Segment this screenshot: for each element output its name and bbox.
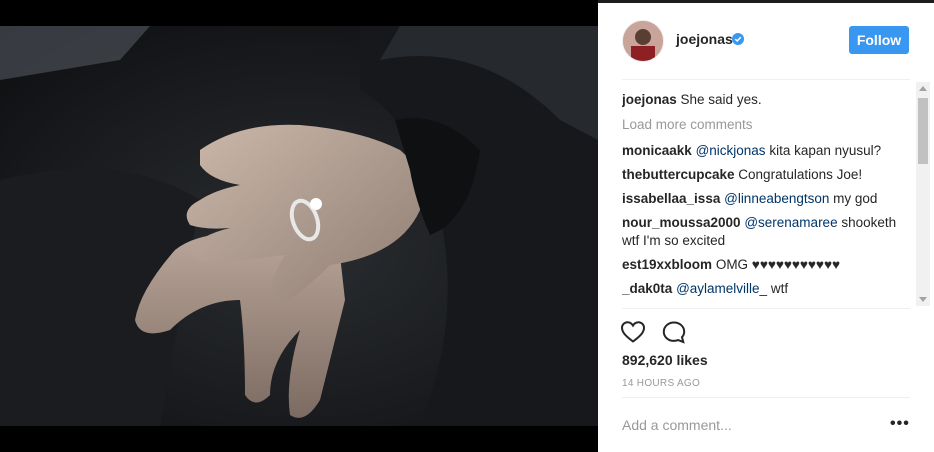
comment-text: my god bbox=[829, 191, 878, 206]
comment-text: kita kapan nyusul? bbox=[765, 143, 882, 158]
post-caption: joejonas She said yes. bbox=[622, 91, 914, 109]
comment-item: nour_moussa2000 @serenamaree shooketh wt… bbox=[622, 214, 914, 250]
scrollbar-thumb[interactable] bbox=[918, 98, 928, 164]
caption-text: She said yes. bbox=[680, 92, 762, 107]
comment-username[interactable]: nour_moussa2000 bbox=[622, 215, 741, 230]
comment-bubble-icon[interactable] bbox=[661, 320, 687, 344]
comment-mention[interactable]: @serenamaree bbox=[744, 215, 837, 230]
comment-item: thebuttercupcake Congratulations Joe! bbox=[622, 166, 914, 184]
more-options-button[interactable]: ••• bbox=[890, 416, 910, 432]
comment-text: wtf bbox=[767, 281, 789, 296]
scroll-up-arrow-icon[interactable] bbox=[919, 86, 927, 91]
divider bbox=[622, 308, 910, 309]
post-author-username[interactable]: joejonas bbox=[676, 31, 733, 47]
comment-item: est19xxbloom OMG ♥♥♥♥♥♥♥♥♥♥♥ bbox=[622, 256, 914, 274]
comment-item: monicaakk @nickjonas kita kapan nyusul? bbox=[622, 142, 914, 160]
post-timestamp[interactable]: 14 HOURS AGO bbox=[622, 378, 700, 389]
comment-username[interactable]: thebuttercupcake bbox=[622, 167, 735, 182]
comment-username[interactable]: est19xxbloom bbox=[622, 257, 712, 272]
verified-badge-icon bbox=[732, 33, 744, 45]
add-comment-input[interactable] bbox=[622, 414, 872, 436]
comment-text: OMG ♥♥♥♥♥♥♥♥♥♥♥ bbox=[715, 257, 840, 272]
comment-mention[interactable]: @linneabengtson bbox=[724, 191, 829, 206]
heart-icon[interactable] bbox=[620, 320, 646, 344]
load-more-comments-link[interactable]: Load more comments bbox=[622, 116, 914, 134]
post-header: joejonas Follow bbox=[598, 0, 934, 80]
comment-mention[interactable]: @nickjonas bbox=[696, 143, 766, 158]
comment-item: issabellaa_issa @linneabengtson my god bbox=[622, 190, 914, 208]
divider bbox=[622, 79, 910, 80]
post-side-panel: joejonas Follow joejonas She said yes. L… bbox=[598, 0, 934, 452]
post-photo[interactable] bbox=[0, 0, 598, 452]
divider bbox=[622, 397, 910, 398]
comments-scrollbar[interactable] bbox=[916, 82, 930, 306]
caption-username[interactable]: joejonas bbox=[622, 92, 677, 107]
follow-button[interactable]: Follow bbox=[849, 26, 909, 54]
comments-list: joejonas She said yes. Load more comment… bbox=[622, 91, 914, 306]
avatar-image bbox=[623, 21, 663, 61]
comment-item: _dak0ta @aylamelville_ wtf bbox=[622, 280, 914, 298]
avatar[interactable] bbox=[622, 20, 664, 62]
comment-text: Congratulations Joe! bbox=[738, 167, 863, 182]
comment-username[interactable]: monicaakk bbox=[622, 143, 692, 158]
comment-username[interactable]: issabellaa_issa bbox=[622, 191, 720, 206]
comment-mention[interactable]: @aylamelville_ bbox=[676, 281, 767, 296]
likes-count[interactable]: 892,620 likes bbox=[622, 352, 708, 368]
engagement-ring-photo bbox=[0, 0, 598, 452]
scroll-down-arrow-icon[interactable] bbox=[919, 297, 927, 302]
comment-username[interactable]: _dak0ta bbox=[622, 281, 672, 296]
